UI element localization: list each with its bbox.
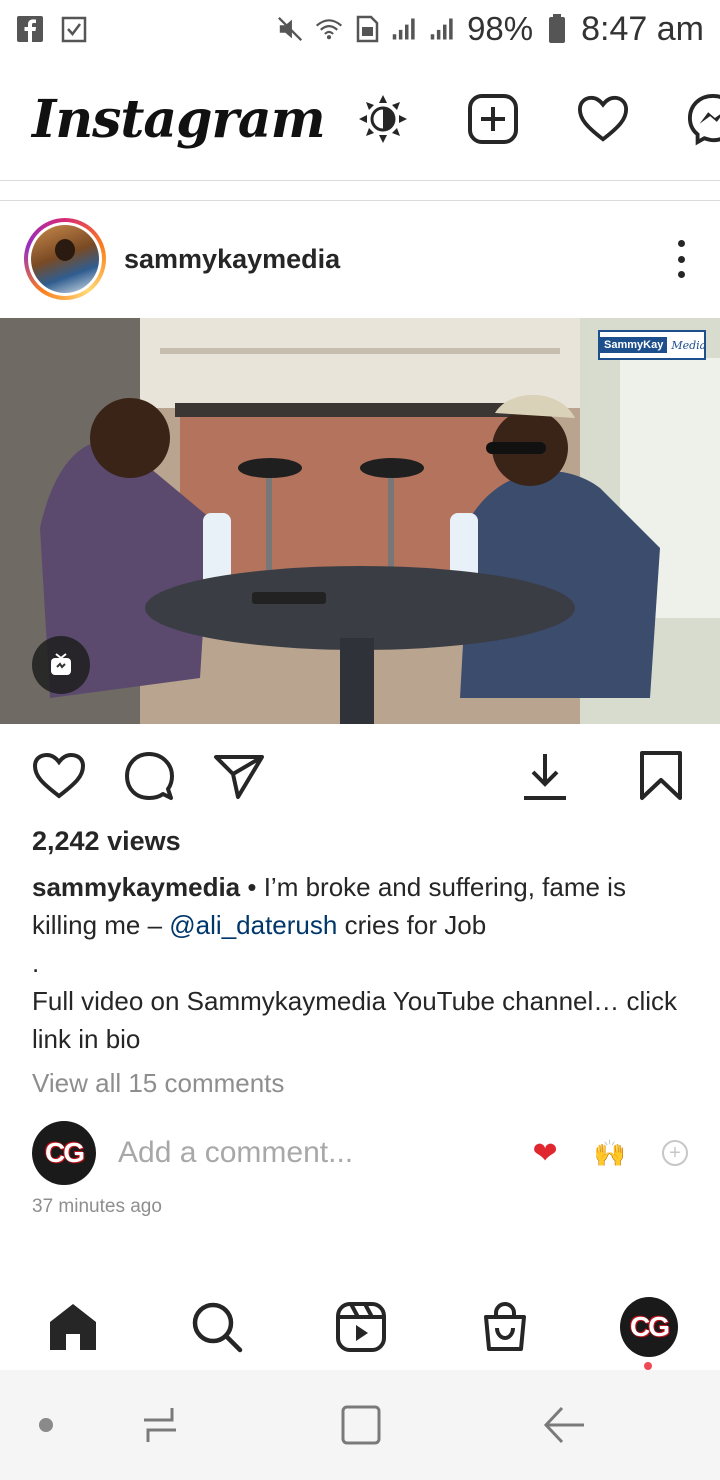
save-bookmark-icon[interactable] [634, 749, 688, 803]
video-watermark: SammyKay Media [598, 330, 706, 360]
back-icon[interactable] [542, 1404, 586, 1446]
battery-icon [543, 14, 571, 43]
avatar[interactable]: CG [620, 1297, 678, 1357]
post-header: sammykaymedia [0, 200, 720, 318]
messenger-icon[interactable] [687, 93, 720, 146]
caption-line2: Full video on Sammykaymedia YouTube chan… [32, 986, 678, 1054]
comment-icon[interactable] [122, 749, 176, 803]
instagram-logo[interactable]: Instagram [32, 89, 326, 150]
avatar[interactable]: CG [32, 1121, 96, 1185]
avatar[interactable] [31, 225, 99, 293]
facebook-icon [16, 15, 44, 43]
share-icon[interactable] [212, 749, 266, 803]
checkbox-icon [60, 15, 88, 43]
story-ring[interactable] [24, 218, 106, 300]
igtv-icon[interactable] [32, 636, 90, 694]
shop-icon[interactable] [476, 1298, 534, 1356]
caption-dot: . [32, 948, 40, 978]
app-header: Instagram [0, 58, 720, 180]
caption-username[interactable]: sammykaymedia [32, 872, 240, 902]
profile-tab[interactable]: CG [620, 1297, 678, 1357]
new-post-icon[interactable] [467, 93, 519, 145]
quick-reaction-hands[interactable]: 🙌 [594, 1138, 626, 1169]
quick-reaction-heart[interactable]: ❤ [532, 1136, 557, 1171]
status-bar: 98% 8:47 am [0, 0, 720, 58]
system-nav-bar [0, 1370, 720, 1480]
caption-mention[interactable]: @ali_daterush [169, 910, 337, 940]
reels-icon[interactable] [332, 1298, 390, 1356]
caption-text-end: cries for Job [337, 910, 487, 940]
home-icon[interactable] [44, 1298, 102, 1356]
like-icon[interactable] [32, 749, 86, 803]
recents-icon[interactable] [140, 1404, 180, 1446]
signal-icon [391, 15, 419, 43]
post-video[interactable]: SammyKay Media [0, 318, 720, 724]
post-actions [0, 740, 720, 812]
notification-dot [644, 1362, 652, 1370]
view-all-comments-link[interactable]: View all 15 comments [32, 1068, 284, 1099]
view-count[interactable]: 2,242 views [32, 826, 181, 857]
clock: 8:47 am [581, 9, 704, 48]
mute-icon [277, 15, 305, 43]
more-options-icon[interactable] [666, 234, 696, 284]
post-username[interactable]: sammykaymedia [124, 244, 340, 275]
bottom-nav: CG [0, 1284, 720, 1370]
post-caption: sammykaymedia • I’m broke and suffering,… [32, 868, 692, 1058]
add-comment-input[interactable]: Add a comment... [118, 1136, 353, 1170]
brightness-icon[interactable] [357, 93, 409, 145]
signal-icon [429, 15, 457, 43]
battery-percent: 98% [467, 10, 534, 47]
assistant-dot-icon[interactable] [38, 1417, 54, 1433]
post-timestamp: 37 minutes ago [32, 1196, 162, 1217]
header-divider [0, 180, 720, 181]
home-button-icon[interactable] [340, 1404, 382, 1446]
search-icon[interactable] [188, 1298, 246, 1356]
more-reactions-icon[interactable]: + [662, 1140, 688, 1166]
wifi-icon [315, 15, 343, 43]
add-comment-row: CG Add a comment... ❤ 🙌 + [32, 1120, 688, 1186]
activity-heart-icon[interactable] [577, 93, 629, 145]
sim-icon [353, 15, 381, 43]
download-icon[interactable] [518, 749, 572, 803]
